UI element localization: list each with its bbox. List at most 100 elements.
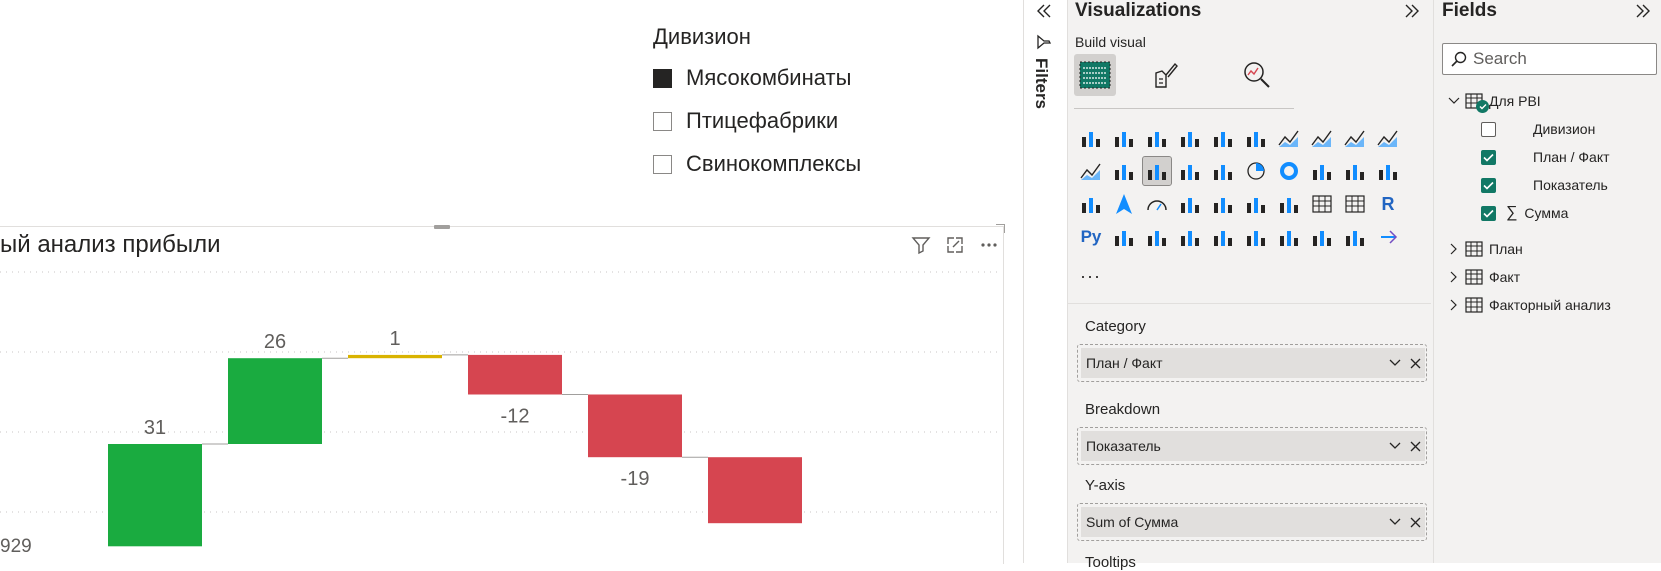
field-row-plan-fact[interactable]: План / Факт (1481, 143, 1610, 171)
filter-pane-icon[interactable] (1036, 34, 1052, 55)
azure-map-icon[interactable] (1110, 190, 1138, 218)
card-icon[interactable] (1176, 190, 1204, 218)
table-plan[interactable]: План (1447, 235, 1523, 263)
more-visual-icon[interactable] (1374, 223, 1402, 251)
gauge-icon[interactable] (1143, 190, 1171, 218)
funnel-icon[interactable] (1176, 157, 1204, 185)
chevron-right-icon[interactable] (1447, 298, 1461, 312)
multi-row-card-icon[interactable] (1209, 190, 1237, 218)
field-checkbox[interactable] (1481, 149, 1496, 165)
table-factor-analysis[interactable]: Факторный анализ (1447, 291, 1611, 319)
donut-chart-icon[interactable] (1275, 157, 1303, 185)
power-automate-icon[interactable] (1341, 223, 1369, 251)
field-name: Дивизион (1533, 121, 1596, 137)
waterfall-bar (468, 354, 562, 395)
analytics-tab[interactable] (1236, 54, 1278, 96)
slicer-checkbox[interactable] (653, 111, 672, 131)
table-name: Факторный анализ (1489, 297, 1611, 313)
table-icon (1465, 93, 1489, 113)
chevron-right-icon[interactable] (1447, 270, 1461, 284)
qna-icon[interactable] (1176, 223, 1204, 251)
close-icon[interactable] (1405, 436, 1425, 456)
field-checkbox[interactable] (1481, 205, 1496, 221)
waterfall-chart-icon[interactable] (1142, 156, 1172, 186)
chevron-down-icon[interactable] (1385, 353, 1405, 373)
narrative-icon[interactable] (1209, 223, 1237, 251)
pie-chart-icon[interactable] (1242, 157, 1270, 185)
decomposition-tree-icon[interactable] (1143, 223, 1171, 251)
table-dlya-pbi[interactable]: Для PBI (1447, 87, 1541, 115)
field-checkbox[interactable] (1481, 177, 1496, 193)
build-visual-icon (1079, 61, 1111, 89)
close-icon[interactable] (1405, 353, 1425, 373)
resize-handle[interactable] (434, 225, 450, 229)
python-visual-icon[interactable]: Py (1077, 223, 1105, 251)
map-icon[interactable] (1341, 157, 1369, 185)
format-visual-tab[interactable] (1145, 54, 1187, 96)
y-axis-field-pill[interactable]: Sum of Сумма (1081, 507, 1425, 537)
field-row-division[interactable]: Дивизион (1481, 115, 1595, 143)
more-options-icon[interactable] (978, 234, 1000, 256)
treemap-icon[interactable] (1308, 157, 1336, 185)
slicer-checkbox[interactable] (653, 68, 672, 88)
expand-right-icon[interactable] (1401, 0, 1423, 22)
matrix-icon[interactable] (1341, 190, 1369, 218)
waterfall-bar (708, 457, 802, 524)
slicer-item-meat[interactable]: Мясокомбинаты (653, 64, 851, 92)
focus-mode-icon[interactable] (944, 234, 966, 256)
category-field-pill[interactable]: План / Факт (1081, 348, 1425, 378)
shape-map-icon[interactable] (1077, 190, 1105, 218)
chevron-down-icon[interactable] (1385, 436, 1405, 456)
line-column-icon[interactable] (1374, 124, 1402, 152)
more-visuals-button[interactable]: ··· (1080, 266, 1101, 287)
table-fact[interactable]: Факт (1447, 263, 1520, 291)
field-row-indicator[interactable]: Показатель (1481, 171, 1608, 199)
pill-label: Sum of Сумма (1086, 514, 1179, 530)
table-icon[interactable] (1308, 190, 1336, 218)
power-apps-icon[interactable] (1308, 223, 1336, 251)
waterfall-chart: 929 31 26 1 -12 -19 (0, 271, 1000, 557)
table-name: План (1489, 241, 1523, 257)
metrics-icon[interactable] (1242, 223, 1270, 251)
line-clustered-column-icon[interactable] (1077, 157, 1105, 185)
slicer-icon[interactable] (1275, 190, 1303, 218)
stacked-bar-icon[interactable] (1077, 124, 1105, 152)
filters-label[interactable]: Filters (1031, 58, 1051, 109)
build-visual-tab[interactable] (1074, 54, 1116, 96)
line-chart-icon[interactable] (1275, 124, 1303, 152)
close-icon[interactable] (1405, 512, 1425, 532)
filled-map-icon[interactable] (1374, 157, 1402, 185)
fields-search-input[interactable]: Search (1442, 43, 1657, 75)
100-stacked-bar-icon[interactable] (1209, 124, 1237, 152)
chevron-down-icon[interactable] (1385, 512, 1405, 532)
stacked-column-icon[interactable] (1110, 124, 1138, 152)
breakdown-field-pill[interactable]: Показатель (1081, 431, 1425, 461)
slicer-item-pork[interactable]: Свинокомплексы (653, 150, 861, 178)
clustered-bar-icon[interactable] (1143, 124, 1171, 152)
y-axis-label: 929 (0, 536, 32, 557)
chevron-down-icon[interactable] (1447, 94, 1461, 108)
filter-icon[interactable] (910, 234, 932, 256)
kpi-icon[interactable] (1242, 190, 1270, 218)
waterfall-bar (588, 394, 682, 458)
r-visual-icon[interactable]: R (1374, 190, 1402, 218)
collapse-left-icon[interactable] (1033, 0, 1055, 22)
field-row-sum[interactable]: ∑ Сумма (1481, 199, 1568, 227)
key-influencers-icon[interactable] (1110, 223, 1138, 251)
field-name: План / Факт (1533, 149, 1610, 165)
100-stacked-column-icon[interactable] (1242, 124, 1270, 152)
expand-right-icon[interactable] (1632, 0, 1654, 22)
field-checkbox[interactable] (1481, 121, 1496, 137)
chevron-right-icon[interactable] (1447, 242, 1461, 256)
slicer-checkbox[interactable] (653, 154, 672, 174)
slicer-item-poultry[interactable]: Птицефабрики (653, 107, 838, 135)
scatter-icon[interactable] (1209, 157, 1237, 185)
area-chart-icon[interactable] (1308, 124, 1336, 152)
ribbon-chart-icon[interactable] (1110, 157, 1138, 185)
data-label: -19 (621, 468, 650, 490)
pill-label: План / Факт (1086, 355, 1163, 371)
clustered-column-icon[interactable] (1176, 124, 1204, 152)
stacked-area-icon[interactable] (1341, 124, 1369, 152)
paginated-report-icon[interactable] (1275, 223, 1303, 251)
analytics-magnifier-icon (1244, 62, 1270, 88)
